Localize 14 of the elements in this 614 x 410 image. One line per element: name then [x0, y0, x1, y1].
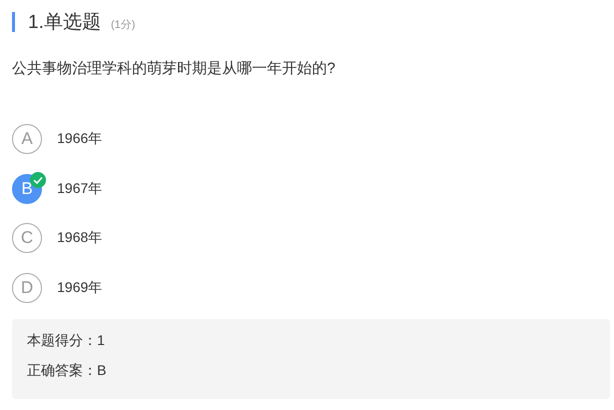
option-letter[interactable]: C	[12, 223, 42, 254]
question-points: (1分)	[110, 18, 136, 32]
question-title: 1.单选题	[28, 11, 101, 35]
option-text: 1969年	[57, 279, 102, 298]
title-accent-bar	[12, 12, 15, 32]
question-text: 公共事物治理学科的萌芽时期是从哪一年开始的?	[12, 59, 336, 79]
option-letter[interactable]: A	[12, 124, 42, 154]
result-line: 本题得分：1	[27, 330, 106, 350]
option-text: 1967年	[57, 180, 102, 198]
result-line: 正确答案：B	[27, 360, 108, 380]
option-text: 1966年	[57, 130, 102, 148]
option-letter[interactable]: D	[12, 273, 42, 304]
option-text: 1968年	[57, 229, 102, 248]
check-icon	[30, 172, 46, 188]
